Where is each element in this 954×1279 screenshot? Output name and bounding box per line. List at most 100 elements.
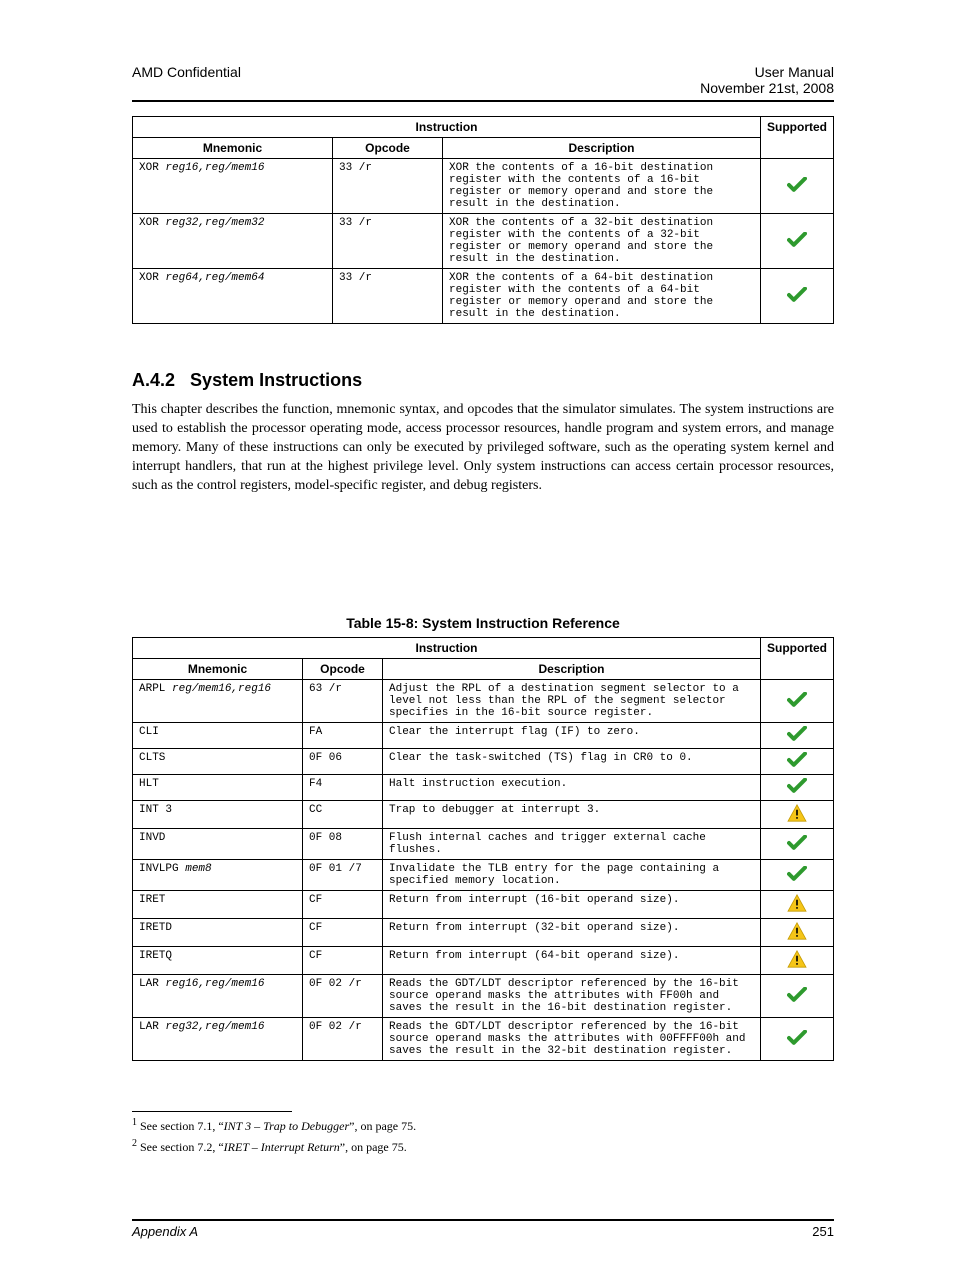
opcode-cell: 0F 06 — [303, 749, 383, 775]
mnemonic-cell: INVD — [133, 829, 303, 860]
table-row: LAR reg32,reg/mem160F 02 /rReads the GDT… — [133, 1018, 834, 1061]
table-row: XOR reg32,reg/mem3233 /rXOR the contents… — [133, 214, 834, 269]
mnemonic-pre: CLTS — [139, 752, 165, 764]
check-icon — [787, 987, 807, 1003]
opcode-cell: 0F 08 — [303, 829, 383, 860]
status-cell — [761, 891, 834, 919]
footnote-1-page[interactable]: 75 — [401, 1119, 413, 1133]
t1-h-description: Description — [443, 138, 761, 159]
mnemonic-cell: XOR reg16,reg/mem16 — [133, 159, 333, 214]
description-cell: Clear the task-switched (TS) flag in CR0… — [383, 749, 761, 775]
table-row: HLTF4Halt instruction execution. — [133, 775, 834, 801]
footnote-1-italic: INT 3 – Trap to Debugger — [224, 1119, 349, 1133]
opcode-cell: 0F 01 /7 — [303, 860, 383, 891]
mnemonic-cell: LAR reg16,reg/mem16 — [133, 975, 303, 1018]
mnemonic-cell: INVLPG mem8 — [133, 860, 303, 891]
table-row: CLI FAClear the interrupt flag (IF) to ze… — [133, 723, 834, 749]
mnemonic-pre: LAR — [139, 1021, 165, 1033]
instruction-table-2: Instruction Supported Mnemonic Opcode De… — [132, 637, 834, 1061]
mnemonic-cell: ARPL reg/mem16,reg16 — [133, 680, 303, 723]
mnemonic-cell: IRETD — [133, 919, 303, 947]
mnemonic-pre: CLI — [139, 726, 159, 738]
description-cell: Return from interrupt (64-bit operand si… — [383, 947, 761, 975]
mnemonic-cell: CLI — [133, 723, 303, 749]
footnote-1-link[interactable]: 7.1 — [197, 1119, 212, 1133]
description-cell: Reads the GDT/LDT descriptor referenced … — [383, 975, 761, 1018]
table-row: IRETDCFReturn from interrupt (32-bit ope… — [133, 919, 834, 947]
opcode-cell: 33 /r — [333, 159, 443, 214]
opcode-cell: F4 — [303, 775, 383, 801]
mnemonic-args: reg16,reg/mem16 — [165, 162, 264, 174]
mnemonic-cell: XOR reg32,reg/mem32 — [133, 214, 333, 269]
mnemonic-pre: LAR — [139, 978, 165, 990]
description-cell: Reads the GDT/LDT descriptor referenced … — [383, 1018, 761, 1061]
opcode-cell: CC — [303, 801, 383, 829]
table-row: INVD0F 08Flush internal caches and trigg… — [133, 829, 834, 860]
mnemonic-cell: XOR reg64,reg/mem64 — [133, 269, 333, 324]
description-cell: Invalidate the TLB entry for the page co… — [383, 860, 761, 891]
description-cell: Halt instruction execution. — [383, 775, 761, 801]
opcode-cell: 0F 02 /r — [303, 975, 383, 1018]
mnemonic-pre: INVD — [139, 832, 165, 844]
status-cell — [761, 829, 834, 860]
t1-h-opcode: Opcode — [333, 138, 443, 159]
mnemonic-cell: HLT — [133, 775, 303, 801]
check-icon — [787, 835, 807, 851]
footnote-2-link[interactable]: 7.2 — [197, 1140, 212, 1154]
footnote-2-italic: IRET – Interrupt Return — [224, 1140, 340, 1154]
check-icon — [787, 866, 807, 882]
opcode-cell: CF — [303, 947, 383, 975]
warn-icon — [787, 950, 807, 968]
footnote-2-page[interactable]: 75 — [392, 1140, 404, 1154]
section-title-text: System Instructions — [190, 370, 362, 390]
check-icon — [787, 232, 807, 248]
description-cell: Return from interrupt (32-bit operand si… — [383, 919, 761, 947]
opcode-cell: CF — [303, 891, 383, 919]
mnemonic-args: mem8 — [185, 863, 211, 875]
t1-h-mnemonic: Mnemonic — [133, 138, 333, 159]
mnemonic-args: reg32,reg/mem16 — [165, 1021, 264, 1033]
status-cell — [761, 723, 834, 749]
table-row: INVLPG mem80F 01 /7Invalidate the TLB en… — [133, 860, 834, 891]
status-cell — [761, 919, 834, 947]
header-right-1: User Manual — [700, 64, 834, 80]
description-cell: XOR the contents of a 64-bit destination… — [443, 269, 761, 324]
mnemonic-args: reg16,reg/mem16 — [165, 978, 264, 990]
header-right-2: November 21st, 2008 — [700, 80, 834, 96]
mnemonic-pre: IRETQ — [139, 950, 172, 962]
opcode-cell: 33 /r — [333, 214, 443, 269]
mnemonic-pre: XOR — [139, 217, 165, 229]
check-icon — [787, 177, 807, 193]
opcode-cell: FA — [303, 723, 383, 749]
mnemonic-args: reg32,reg/mem32 — [165, 217, 264, 229]
opcode-cell: 0F 02 /r — [303, 1018, 383, 1061]
check-icon — [787, 692, 807, 708]
header-left: AMD Confidential — [132, 64, 241, 96]
check-icon — [787, 726, 807, 742]
mnemonic-pre: ARPL — [139, 683, 172, 695]
status-cell — [761, 159, 834, 214]
table2-caption: Table 15-8: System Instruction Reference — [132, 615, 834, 631]
instruction-table-1: Instruction Supported Mnemonic Opcode De… — [132, 116, 834, 324]
status-cell — [761, 801, 834, 829]
check-icon — [787, 1030, 807, 1046]
t2-h-opcode: Opcode — [303, 659, 383, 680]
status-cell — [761, 947, 834, 975]
description-cell: Clear the interrupt flag (IF) to zero. — [383, 723, 761, 749]
section-number: A.4.2 — [132, 370, 175, 390]
footnote-1: 1 See section 7.1, “INT 3 – Trap to Debu… — [132, 1116, 834, 1134]
mnemonic-args: reg64,reg/mem64 — [165, 272, 264, 284]
mnemonic-cell: LAR reg32,reg/mem16 — [133, 1018, 303, 1061]
footer-left: Appendix A — [132, 1224, 198, 1239]
table-row: CLTS 0F 06Clear the task-switched (TS) fl… — [133, 749, 834, 775]
status-cell — [761, 1018, 834, 1061]
table-row: LAR reg16,reg/mem160F 02 /rReads the GDT… — [133, 975, 834, 1018]
status-cell — [761, 860, 834, 891]
mnemonic-pre: INT 3 — [139, 804, 172, 816]
status-cell — [761, 749, 834, 775]
status-cell — [761, 975, 834, 1018]
mnemonic-pre: INVLPG — [139, 863, 185, 875]
mnemonic-pre: XOR — [139, 162, 165, 174]
table-row: IRETQ CFReturn from interrupt (64-bit ope… — [133, 947, 834, 975]
mnemonic-cell: IRETQ — [133, 947, 303, 975]
